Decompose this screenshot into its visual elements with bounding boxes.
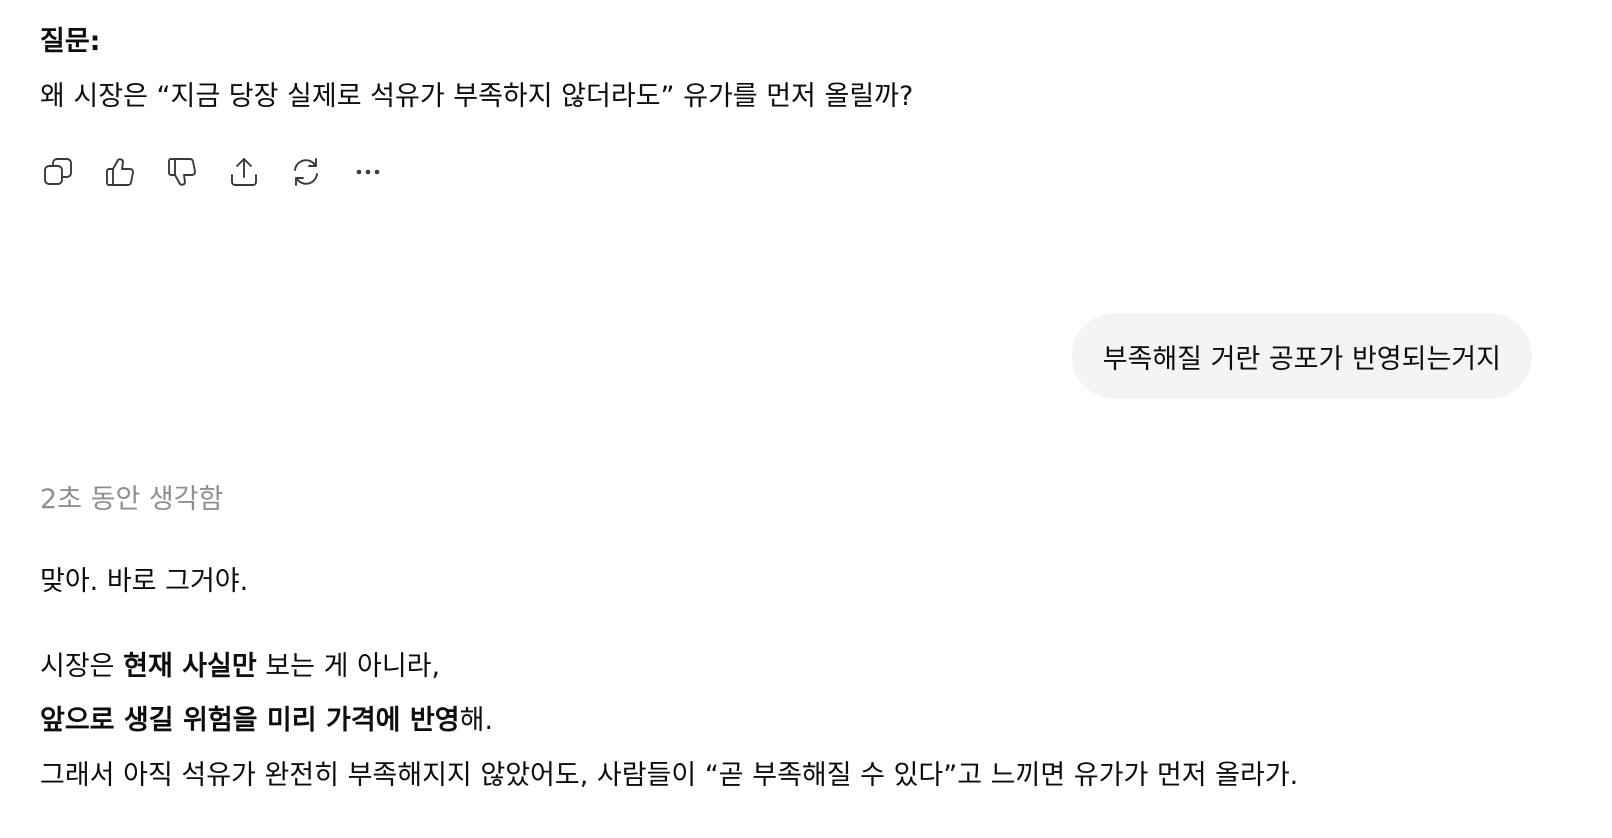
question-title: 질문: (40, 26, 101, 57)
copy-icon (44, 158, 72, 185)
regenerate-icon (294, 158, 318, 186)
reply-line-2-bold: 현재 사실만 (123, 651, 257, 682)
reply-line-2-post: 보는 게 아니라, (256, 651, 441, 682)
reply-line-4: 그래서 아직 석유가 완전히 부족해지지 않았어도, 사람들이 “곧 부족해질 … (40, 760, 1299, 791)
share-button[interactable] (226, 154, 262, 190)
reply-line-3-bold: 앞으로 생길 위험을 미리 가격에 반영 (40, 705, 460, 736)
reply-line-2: 시장은 현재 사실만 보는 게 아니라, (40, 649, 440, 685)
user-message-bubble: 부족해질 거란 공포가 반영되는거지 (1071, 313, 1532, 399)
thumbs-down-button[interactable] (164, 154, 200, 190)
reply-line-2-pre: 시장은 (40, 651, 124, 682)
more-icon (356, 169, 380, 175)
thumbs-up-button[interactable] (102, 154, 138, 190)
copy-button[interactable] (40, 154, 76, 190)
share-icon (231, 158, 257, 186)
regenerate-button[interactable] (288, 154, 324, 190)
reply-line-3-post: 해. (459, 705, 494, 736)
more-options-button[interactable] (350, 154, 386, 190)
thumbs-down-icon (168, 158, 196, 186)
question-body: 왜 시장은 “지금 당장 실제로 석유가 부족하지 않더라도” 유가를 먼저 올… (40, 81, 914, 112)
reply-line-1: 맞아. 바로 그거야. (40, 566, 249, 597)
thinking-toggle[interactable]: 2초 동안 생각함 (40, 482, 223, 518)
thumbs-up-icon (106, 158, 134, 186)
user-message-text: 부족해질 거란 공포가 반영되는거지 (1102, 343, 1501, 375)
reply-line-3: 앞으로 생길 위험을 미리 가격에 반영해. (40, 703, 493, 739)
message-actions (40, 154, 412, 190)
